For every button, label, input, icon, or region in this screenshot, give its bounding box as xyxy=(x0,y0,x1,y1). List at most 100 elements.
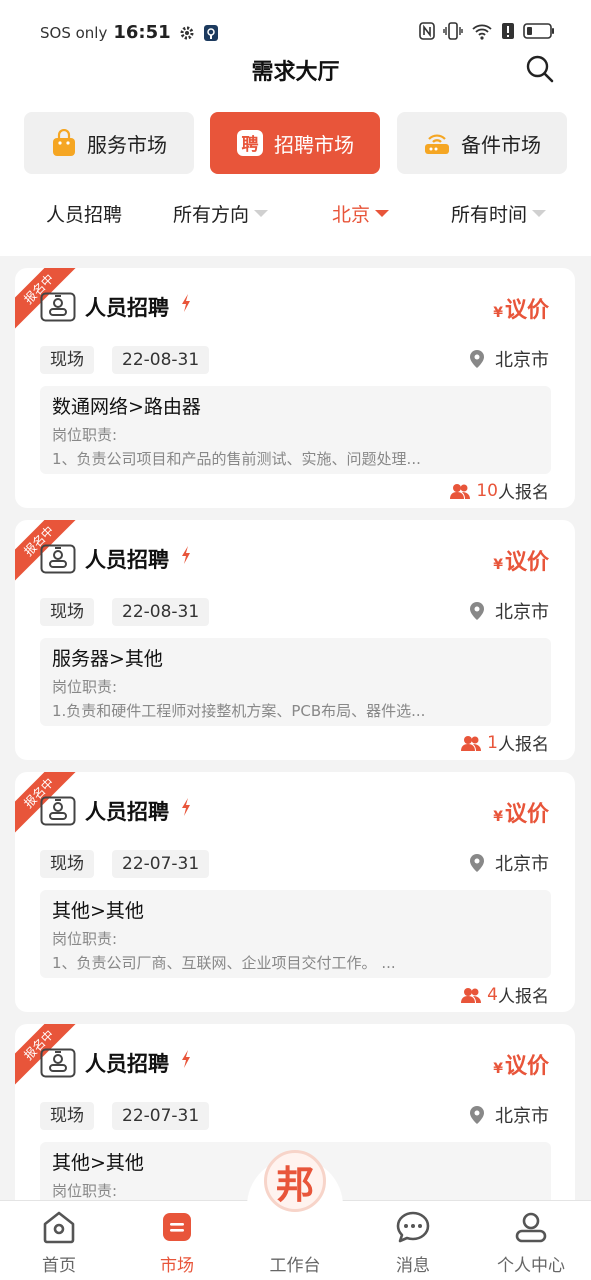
duty-label: 岗位职责: xyxy=(52,426,118,444)
price-text: 议价 xyxy=(504,802,549,827)
nav-home[interactable]: 首页 xyxy=(0,1201,118,1280)
job-card[interactable]: 报名中 人员招聘 ¥议价 现场 22-08-31 北京市 数通网络>路由器 岗位… xyxy=(15,268,575,508)
tab-service-market[interactable]: 服务市场 xyxy=(24,112,194,174)
shopping-bag-icon xyxy=(51,129,77,157)
title-bar: 需求大厅 xyxy=(0,50,591,90)
currency-symbol: ¥ xyxy=(493,557,503,573)
job-card[interactable]: 报名中 人员招聘 ¥议价 现场 22-07-31 北京市 其他>其他 岗位职责:… xyxy=(15,772,575,1012)
job-category: 其他>其他 xyxy=(52,1152,144,1174)
job-category: 数通网络>路由器 xyxy=(52,396,201,418)
recruit-card-icon xyxy=(40,796,76,830)
work-mode-tag: 现场 xyxy=(40,598,94,626)
price: ¥议价 xyxy=(493,796,549,828)
nav-workbench-label: 工作台 xyxy=(269,1256,321,1276)
people-icon xyxy=(461,735,482,751)
tab-recruit-market-label: 招聘市场 xyxy=(274,132,354,157)
location-text: 北京市 xyxy=(495,350,549,371)
duty-label: 岗位职责: xyxy=(52,1182,118,1200)
nav-market[interactable]: 市场 xyxy=(118,1201,236,1280)
nav-market-label: 市场 xyxy=(160,1256,194,1276)
lightning-icon xyxy=(181,294,191,316)
signup-number: 4 xyxy=(487,984,498,1005)
search-button[interactable] xyxy=(525,54,555,84)
recruit-icon: 聘 xyxy=(236,129,264,157)
duty-text: 1、负责公司项目和产品的售前测试、实施、问题处理... xyxy=(52,450,421,468)
duty-text: 1.负责和硬件工程师对接整机方案、PCB布局、器件选... xyxy=(52,702,426,720)
nav-profile[interactable]: 个人中心 xyxy=(472,1201,590,1280)
location: 北京市 xyxy=(469,598,549,624)
market-tabs: 服务市场 聘 招聘市场 备件市场 xyxy=(24,112,567,174)
top-panel: SOS only 16:51 需求大厅 服务市场 聘 招聘市场 备件市场 人员招… xyxy=(0,0,591,256)
router-icon xyxy=(423,129,451,157)
price: ¥议价 xyxy=(493,1048,549,1080)
price-text: 议价 xyxy=(504,298,549,323)
market-icon xyxy=(163,1213,191,1241)
currency-symbol: ¥ xyxy=(493,809,503,825)
home-icon xyxy=(43,1211,75,1244)
lightning-icon xyxy=(181,1050,191,1072)
location-text: 北京市 xyxy=(495,854,549,875)
location: 北京市 xyxy=(469,346,549,372)
app-notification-icon xyxy=(203,24,219,42)
deadline-tag: 22-07-31 xyxy=(112,850,210,878)
job-description: 服务器>其他 岗位职责: 1.负责和硬件工程师对接整机方案、PCB布局、器件选.… xyxy=(40,638,551,726)
message-icon xyxy=(396,1211,430,1243)
vibrate-icon xyxy=(443,22,463,44)
caret-down-icon xyxy=(532,210,547,217)
profile-icon xyxy=(515,1212,547,1243)
signup-number: 10 xyxy=(476,480,498,501)
clock: 16:51 xyxy=(113,22,171,43)
filter-bar: 人员招聘 所有方向 北京 所有时间 xyxy=(0,192,591,238)
recruit-card-icon xyxy=(40,1048,76,1082)
location-pin-icon xyxy=(469,1105,485,1125)
duty-label: 岗位职责: xyxy=(52,678,118,696)
card-title: 人员招聘 xyxy=(85,1052,169,1076)
duty-label: 岗位职责: xyxy=(52,930,118,948)
filter-time[interactable]: 所有时间 xyxy=(451,200,547,227)
filter-city[interactable]: 北京 xyxy=(332,200,390,227)
filter-city-label: 北京 xyxy=(332,204,371,226)
nav-home-label: 首页 xyxy=(42,1256,76,1276)
location: 北京市 xyxy=(469,1102,549,1128)
workbench-logo[interactable]: 邦 xyxy=(264,1150,326,1212)
filter-direction[interactable]: 所有方向 xyxy=(173,200,269,227)
signup-suffix: 人报名 xyxy=(498,483,549,503)
page-title: 需求大厅 xyxy=(251,60,340,85)
card-title: 人员招聘 xyxy=(85,548,169,572)
tab-spare-parts-market[interactable]: 备件市场 xyxy=(397,112,567,174)
tab-recruit-market[interactable]: 聘 招聘市场 xyxy=(210,112,380,174)
signup-suffix: 人报名 xyxy=(498,987,549,1007)
deadline-tag: 22-08-31 xyxy=(112,598,210,626)
wifi-icon xyxy=(471,22,493,44)
recruit-card-icon xyxy=(40,544,76,578)
svg-text:聘: 聘 xyxy=(242,134,259,155)
job-description: 数通网络>路由器 岗位职责: 1、负责公司项目和产品的售前测试、实施、问题处理.… xyxy=(40,386,551,474)
signup-count: 4 人报名 xyxy=(461,982,549,1007)
battery-icon xyxy=(523,22,555,44)
price-text: 议价 xyxy=(504,1054,549,1079)
location-text: 北京市 xyxy=(495,602,549,623)
nfc-icon xyxy=(419,22,435,44)
signup-count: 1 人报名 xyxy=(461,730,549,755)
currency-symbol: ¥ xyxy=(493,1061,503,1077)
tab-service-market-label: 服务市场 xyxy=(87,132,167,157)
caret-down-icon xyxy=(254,210,269,217)
signup-suffix: 人报名 xyxy=(498,735,549,755)
tab-spare-parts-market-label: 备件市场 xyxy=(461,132,541,157)
job-card[interactable]: 报名中 人员招聘 ¥议价 现场 22-08-31 北京市 服务器>其他 岗位职责… xyxy=(15,520,575,760)
carrier-text: SOS only xyxy=(40,23,108,42)
search-icon xyxy=(526,55,554,83)
alert-icon xyxy=(501,22,515,44)
work-mode-tag: 现场 xyxy=(40,346,94,374)
filter-recruit-type-label: 人员招聘 xyxy=(46,204,123,226)
nav-messages[interactable]: 消息 xyxy=(354,1201,472,1280)
card-title: 人员招聘 xyxy=(85,800,169,824)
filter-recruit-type[interactable]: 人员招聘 xyxy=(46,200,122,227)
nav-messages-label: 消息 xyxy=(396,1256,430,1276)
lightning-icon xyxy=(181,798,191,820)
caret-down-icon xyxy=(375,210,390,217)
location: 北京市 xyxy=(469,850,549,876)
nav-profile-label: 个人中心 xyxy=(497,1256,565,1276)
recruit-card-icon xyxy=(40,292,76,326)
location-text: 北京市 xyxy=(495,1106,549,1127)
